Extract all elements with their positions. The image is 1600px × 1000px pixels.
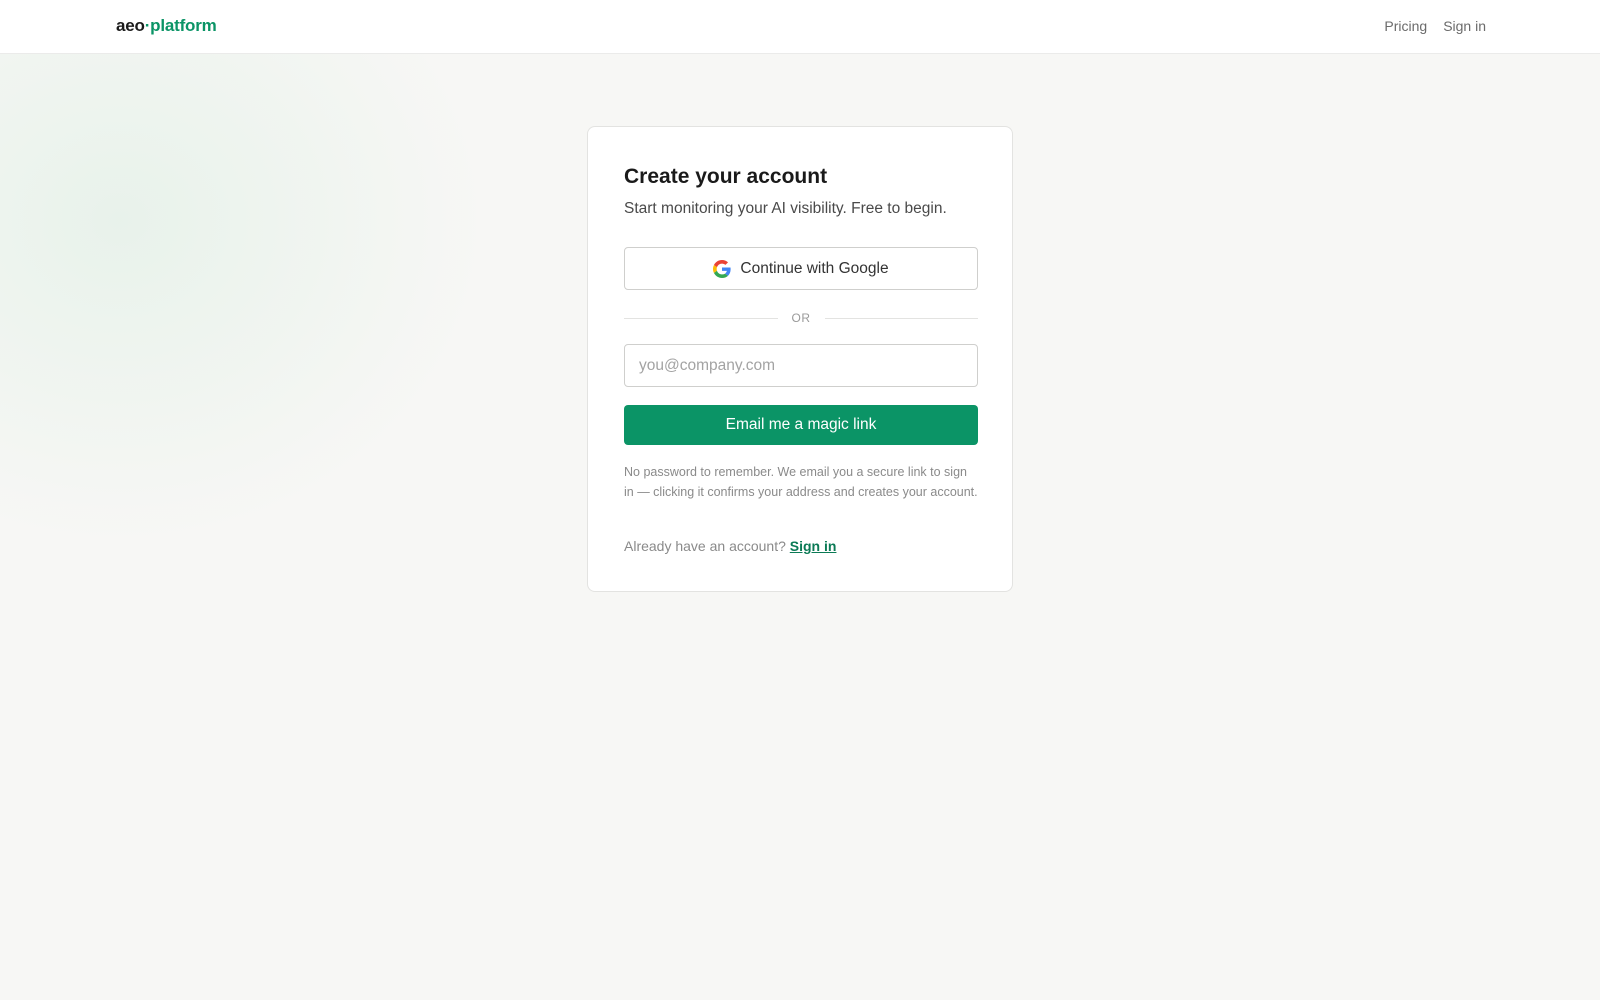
- continue-with-google-button[interactable]: Continue with Google: [624, 247, 978, 290]
- or-divider: OR: [624, 309, 978, 327]
- google-button-label: Continue with Google: [740, 259, 889, 277]
- nav-signin-link[interactable]: Sign in: [1443, 18, 1486, 34]
- google-icon: [713, 259, 732, 278]
- existing-account-prompt: Already have an account?: [624, 538, 786, 554]
- magic-link-help-text: No password to remember. We email you a …: [624, 465, 978, 499]
- page-subtitle: Start monitoring your AI visibility. Fre…: [624, 200, 947, 217]
- existing-account-row: Already have an account? Sign in: [624, 538, 836, 554]
- logo-text-part2: platform: [150, 16, 217, 35]
- divider-line-right: [824, 317, 978, 319]
- email-input[interactable]: [624, 344, 978, 387]
- divider-line-left: [624, 317, 778, 319]
- page-title: Create your account: [624, 165, 828, 188]
- signup-card: Create your account Start monitoring you…: [587, 126, 1013, 592]
- signin-link[interactable]: Sign in: [790, 538, 837, 554]
- header-nav: Pricing Sign in: [1384, 18, 1486, 34]
- email-magic-link-button[interactable]: Email me a magic link: [624, 405, 978, 445]
- brand-logo[interactable]: aeo·platform: [116, 16, 217, 36]
- divider-or-text: OR: [791, 311, 811, 325]
- top-navigation-bar: aeo·platform Pricing Sign in: [0, 0, 1600, 54]
- nav-pricing-link[interactable]: Pricing: [1384, 18, 1427, 34]
- logo-text-part1: aeo: [116, 16, 145, 35]
